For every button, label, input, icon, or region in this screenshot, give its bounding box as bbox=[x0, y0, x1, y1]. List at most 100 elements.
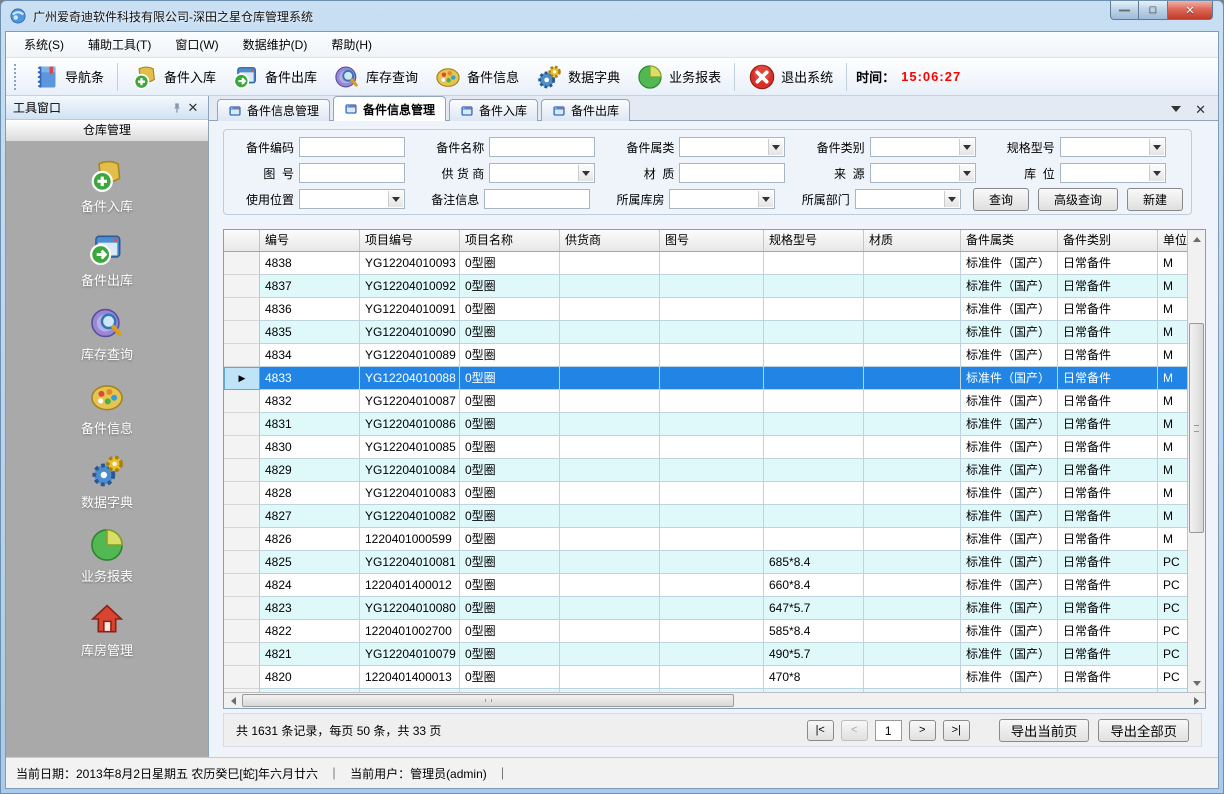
tab-stock-in[interactable]: 备件入库 bbox=[449, 99, 538, 121]
column-header-material[interactable]: 材质 bbox=[864, 230, 961, 251]
cell-supplier bbox=[560, 252, 660, 275]
vertical-scroll-track[interactable] bbox=[1188, 247, 1205, 675]
export-all-pages-button[interactable]: 导出全部页 bbox=[1098, 719, 1189, 742]
column-header-drawing-no[interactable]: 图号 bbox=[660, 230, 764, 251]
tab-parts-info-management-1[interactable]: 备件信息管理 bbox=[217, 99, 330, 121]
sidebar-item-stock-out[interactable]: 备件出库 bbox=[81, 230, 133, 289]
parts-info-icon bbox=[434, 63, 462, 91]
toolbar-grip[interactable] bbox=[14, 64, 18, 90]
cell-project-code: YG12204010082 bbox=[360, 505, 460, 528]
table-row[interactable]: 4827YG122040100820型圈标准件（国产）日常备件M bbox=[224, 505, 1187, 528]
sidebar-group-title[interactable]: 仓库管理 bbox=[6, 120, 208, 142]
source-dropdown[interactable] bbox=[870, 163, 976, 183]
usage-position-dropdown[interactable] bbox=[299, 189, 405, 209]
table-row[interactable]: 482212204010027000型圈585*8.4标准件（国产）日常备件PC bbox=[224, 620, 1187, 643]
table-row[interactable]: 4828YG122040100830型圈标准件（国产）日常备件M bbox=[224, 482, 1187, 505]
pin-icon[interactable] bbox=[169, 100, 185, 116]
table-row[interactable]: 4831YG122040100860型圈标准件（国产）日常备件M bbox=[224, 413, 1187, 436]
exit-system-button[interactable]: 退出系统 bbox=[740, 60, 841, 94]
minimize-button[interactable]: — bbox=[1110, 1, 1139, 20]
column-header-project-name[interactable]: 项目名称 bbox=[460, 230, 560, 251]
column-header-part-class[interactable]: 备件类别 bbox=[1058, 230, 1158, 251]
table-row[interactable]: 4830YG122040100850型圈标准件（国产）日常备件M bbox=[224, 436, 1187, 459]
menu-item[interactable]: 数据维护(D) bbox=[231, 32, 320, 57]
page-number-input[interactable]: 1 bbox=[875, 720, 902, 741]
part-name-input[interactable] bbox=[489, 137, 595, 157]
maximize-button[interactable]: □ bbox=[1139, 1, 1167, 20]
drawing-no-label: 图 号 bbox=[232, 165, 294, 182]
table-row[interactable]: 4838YG122040100930型圈标准件（国产）日常备件M bbox=[224, 252, 1187, 275]
menu-item[interactable]: 帮助(H) bbox=[319, 32, 384, 57]
stock-in-button[interactable]: 备件入库 bbox=[123, 60, 224, 94]
sidebar-item-warehouse-management[interactable]: 库房管理 bbox=[81, 600, 133, 659]
close-button[interactable]: ✕ bbox=[1167, 1, 1213, 20]
scroll-right-button[interactable] bbox=[1188, 693, 1205, 709]
column-header-part-category[interactable]: 备件属类 bbox=[961, 230, 1058, 251]
department-dropdown[interactable] bbox=[855, 189, 961, 209]
remark-input[interactable] bbox=[484, 189, 590, 209]
table-row[interactable]: 4829YG122040100840型圈标准件（国产）日常备件M bbox=[224, 459, 1187, 482]
supplier-dropdown[interactable] bbox=[489, 163, 595, 183]
advanced-search-button[interactable]: 高级查询 bbox=[1038, 188, 1118, 211]
table-row[interactable]: 4823YG122040100800型圈647*5.7标准件（国产）日常备件PC bbox=[224, 597, 1187, 620]
part-class-dropdown[interactable] bbox=[870, 137, 976, 157]
scroll-down-button[interactable] bbox=[1188, 675, 1205, 692]
drawing-no-input[interactable] bbox=[299, 163, 405, 183]
table-row[interactable]: ▶4833YG122040100880型圈标准件（国产）日常备件M bbox=[224, 367, 1187, 390]
horizontal-scroll-thumb[interactable] bbox=[242, 694, 734, 707]
export-current-page-button[interactable]: 导出当前页 bbox=[999, 719, 1090, 742]
spec-model-dropdown[interactable] bbox=[1060, 137, 1166, 157]
sidebar-item-inventory-query[interactable]: 库存查询 bbox=[81, 304, 133, 363]
next-page-button[interactable]: > bbox=[909, 720, 936, 741]
scroll-up-button[interactable] bbox=[1188, 230, 1205, 247]
table-row[interactable]: 482612204010005990型圈标准件（国产）日常备件M bbox=[224, 528, 1187, 551]
table-row[interactable]: 4834YG122040100890型圈标准件（国产）日常备件M bbox=[224, 344, 1187, 367]
table-row[interactable]: 4836YG122040100910型圈标准件（国产）日常备件M bbox=[224, 298, 1187, 321]
sidebar-item-business-report[interactable]: 业务报表 bbox=[81, 526, 133, 585]
new-button[interactable]: 新建 bbox=[1127, 188, 1183, 211]
location-dropdown[interactable] bbox=[1060, 163, 1166, 183]
column-header-spec-model[interactable]: 规格型号 bbox=[764, 230, 864, 251]
search-button[interactable]: 查询 bbox=[973, 188, 1029, 211]
part-code-input[interactable] bbox=[299, 137, 405, 157]
tool-window-close-icon[interactable]: ✕ bbox=[185, 100, 201, 116]
table-row[interactable]: 482412204014000120型圈660*8.4标准件（国产）日常备件PC bbox=[224, 574, 1187, 597]
table-row[interactable]: 4821YG122040100790型圈490*5.7标准件（国产）日常备件PC bbox=[224, 643, 1187, 666]
scroll-left-button[interactable] bbox=[224, 693, 241, 709]
material-input[interactable] bbox=[679, 163, 785, 183]
tab-stock-out[interactable]: 备件出库 bbox=[541, 99, 630, 121]
warehouse-dropdown[interactable] bbox=[669, 189, 775, 209]
horizontal-scroll-track[interactable] bbox=[241, 693, 1188, 708]
data-dictionary-button[interactable]: 数据字典 bbox=[527, 60, 628, 94]
menu-item[interactable]: 窗口(W) bbox=[163, 32, 230, 57]
inventory-query-button[interactable]: 库存查询 bbox=[325, 60, 426, 94]
part-category-dropdown[interactable] bbox=[679, 137, 785, 157]
tab-close-icon[interactable]: ✕ bbox=[1195, 103, 1206, 116]
column-header-supplier[interactable]: 供货商 bbox=[560, 230, 660, 251]
prev-page-button[interactable]: < bbox=[841, 720, 868, 741]
table-row[interactable]: 482012204014000130型圈470*8标准件（国产）日常备件PC bbox=[224, 666, 1187, 689]
column-header-id[interactable]: 编号 bbox=[260, 230, 360, 251]
column-header-unit[interactable]: 单位 bbox=[1158, 230, 1187, 251]
sidebar-item-stock-in[interactable]: 备件入库 bbox=[81, 156, 133, 215]
sidebar-item-parts-info[interactable]: 备件信息 bbox=[81, 378, 133, 437]
table-row[interactable]: 4835YG122040100900型圈标准件（国产）日常备件M bbox=[224, 321, 1187, 344]
table-row[interactable]: 4825YG122040100810型圈685*8.4标准件（国产）日常备件PC bbox=[224, 551, 1187, 574]
column-header-project-code[interactable]: 项目编号 bbox=[360, 230, 460, 251]
chevron-down-icon[interactable] bbox=[1171, 106, 1181, 117]
nav-bar-button[interactable]: 导航条 bbox=[24, 60, 112, 94]
tab-parts-info-management-2[interactable]: 备件信息管理 bbox=[333, 96, 446, 121]
table-row[interactable]: 4832YG122040100870型圈标准件（国产）日常备件M bbox=[224, 390, 1187, 413]
spec-model-label: 规格型号 bbox=[993, 139, 1055, 156]
last-page-button[interactable]: >| bbox=[943, 720, 970, 741]
stock-out-button[interactable]: 备件出库 bbox=[224, 60, 325, 94]
parts-info-button[interactable]: 备件信息 bbox=[426, 60, 527, 94]
business-report-button[interactable]: 业务报表 bbox=[628, 60, 729, 94]
vertical-scroll-thumb[interactable] bbox=[1189, 323, 1204, 533]
menu-item[interactable]: 系统(S) bbox=[12, 32, 76, 57]
table-row[interactable]: 4837YG122040100920型圈标准件（国产）日常备件M bbox=[224, 275, 1187, 298]
menu-item[interactable]: 辅助工具(T) bbox=[76, 32, 163, 57]
first-page-button[interactable]: |< bbox=[807, 720, 834, 741]
sidebar-item-data-dictionary[interactable]: 数据字典 bbox=[81, 452, 133, 511]
part-class-label: 备件类别 bbox=[803, 139, 865, 156]
